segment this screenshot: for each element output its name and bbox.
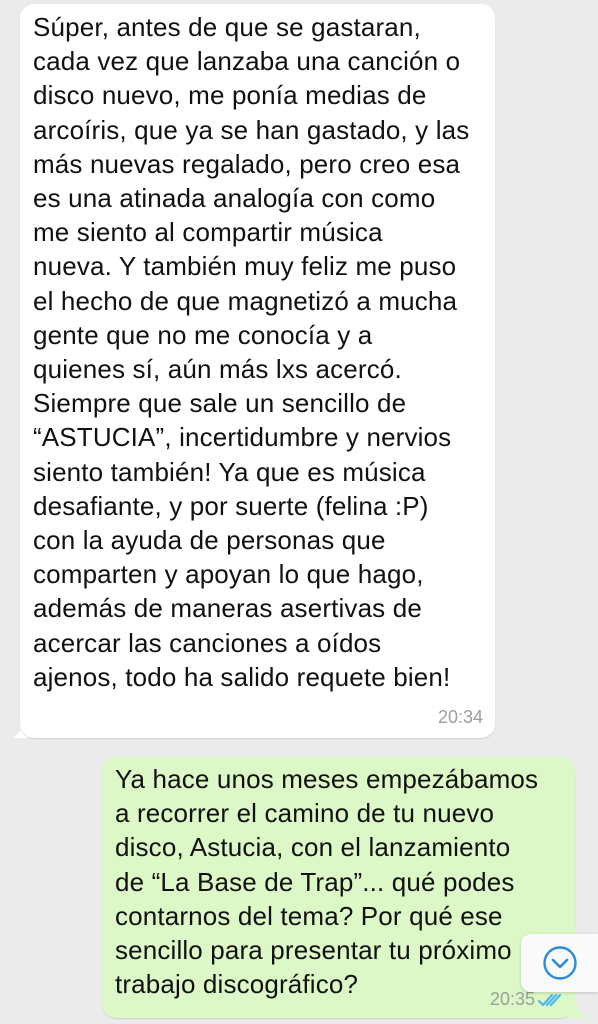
message-line: arcoíris, que ya se han gastado, y las [33,114,470,145]
incoming-timestamp: 20:34 [437,707,483,727]
message-line: Ya hace unos meses empezábamos [115,764,539,794]
message-line: disco, Astucia, con el lanzamiento [115,832,511,863]
message-line: más nuevas regalado, pero creo esa [33,148,461,179]
message-line: me siento al compartir música [33,217,383,248]
message-line: cada vez que lanzaba una canción o [33,46,461,77]
chat-view[interactable]: Súper, antes de que se gastaran, cada ve… [0,0,598,1024]
message-line: de “La Base de Trap”... qué podes [115,866,515,897]
message-line: contarnos del tema? Por qué ese [115,900,503,931]
message-line: desafiante, y por suerte (felina :P) [33,490,429,521]
message-line: Siempre que sale un sencillo de [33,388,407,419]
message-line: con la ayuda de personas que [33,525,386,556]
message-line: nueva. Y también muy feliz me puso [33,251,457,282]
incoming-message-text: Súper, antes de que se gastaran, cada ve… [33,10,483,694]
outgoing-message-text: Ya hace unos meses empezábamos a recorre… [115,762,563,1001]
message-line: siento también! Ya que es música [33,456,426,487]
chevron-down-circle-icon [542,946,577,980]
message-line: el hecho de que magnetizó a mucha [33,285,458,316]
message-line: quienes sí, aún más lxs acercó. [33,354,402,385]
outgoing-timestamp: 20:35 [489,989,535,1009]
message-line: acercar las canciones a oídos [33,627,382,658]
message-line: disco nuevo, me ponía medias de [33,80,427,111]
message-line: ajenos, todo ha salido requete bien! [33,661,451,692]
message-line: Súper, antes de que se gastaran, [33,12,421,42]
incoming-message-bubble[interactable]: Súper, antes de que se gastaran, cada ve… [20,4,495,738]
message-line: sencillo para presentar tu próximo [115,935,512,966]
message-line: gente que no me conocía y a [33,319,373,350]
message-line: a recorrer el camino de tu nuevo [115,798,495,829]
outgoing-message-bubble[interactable]: Ya hace unos meses empezábamos a recorre… [102,757,575,1018]
scroll-to-bottom-button[interactable] [521,934,598,992]
outgoing-bubble-tail [568,992,588,1018]
message-line: “ASTUCIA”, incertidumbre y nervios [33,422,452,453]
message-line: además de maneras asertivas de [33,593,422,624]
message-line: comparten y apoyan lo que hago, [33,559,424,590]
message-line: es una atinada analogía con como [33,183,436,214]
double-check-read-icon [537,993,562,1007]
